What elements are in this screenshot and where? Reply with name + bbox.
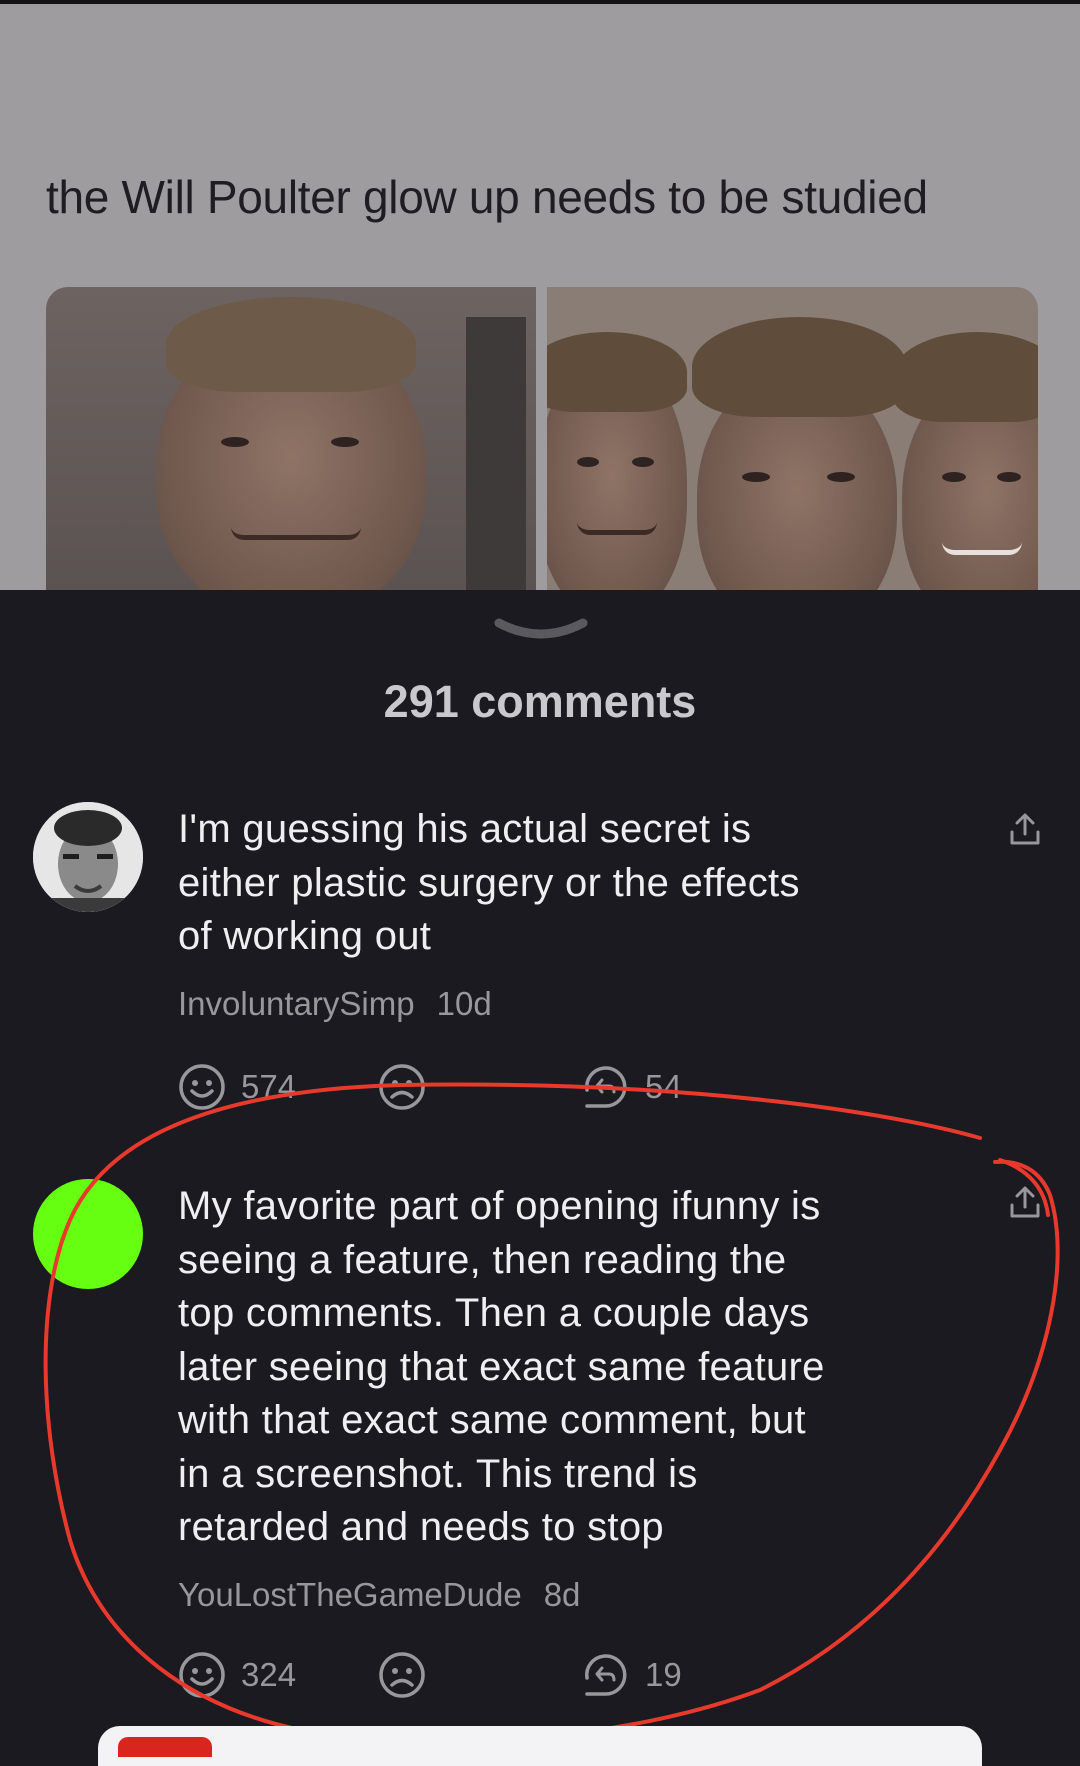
avatar[interactable] bbox=[33, 802, 143, 912]
smile-count: 574 bbox=[241, 1068, 297, 1105]
smile-button[interactable]: 324 bbox=[177, 1650, 296, 1700]
comment-text: My favorite part of opening ifunny is se… bbox=[178, 1184, 825, 1549]
smile-icon bbox=[179, 1652, 225, 1698]
comments-sheet bbox=[0, 590, 1080, 1747]
red-tab bbox=[118, 1737, 212, 1757]
comment-text: I'm guessing his actual secret is either… bbox=[178, 807, 800, 958]
unsmile-button[interactable] bbox=[377, 1650, 427, 1700]
share-icon[interactable] bbox=[1005, 1183, 1045, 1223]
reply-icon bbox=[585, 1066, 627, 1108]
smile-count: 324 bbox=[241, 1656, 297, 1693]
frown-icon bbox=[379, 1652, 425, 1698]
status-edge bbox=[0, 0, 1080, 4]
post-caption: the Will Poulter glow up needs to be stu… bbox=[46, 171, 928, 223]
reply-count: 54 bbox=[645, 1068, 682, 1105]
frown-icon bbox=[379, 1064, 425, 1110]
post-preview[interactable]: the Will Poulter glow up needs to be stu… bbox=[0, 0, 1080, 590]
reply-button[interactable]: 19 bbox=[581, 1650, 682, 1700]
smile-icon bbox=[179, 1064, 225, 1110]
before-photo bbox=[46, 287, 536, 590]
comment-time: 10d bbox=[436, 985, 492, 1022]
post-image[interactable] bbox=[46, 287, 1038, 590]
share-icon[interactable] bbox=[1005, 810, 1045, 850]
comment-author[interactable]: YouLostTheGameDude bbox=[178, 1576, 522, 1613]
unsmile-button[interactable] bbox=[377, 1062, 427, 1112]
reply-icon bbox=[585, 1654, 627, 1696]
comment-meta: YouLostTheGameDude 8d bbox=[178, 1576, 580, 1614]
reply-count: 19 bbox=[645, 1656, 682, 1693]
reply-button[interactable]: 54 bbox=[581, 1062, 682, 1112]
bottom-input-bar[interactable] bbox=[98, 1726, 982, 1766]
avatar[interactable] bbox=[33, 1179, 143, 1289]
comment-author[interactable]: InvoluntarySimp bbox=[178, 985, 415, 1022]
smile-button[interactable]: 574 bbox=[177, 1062, 296, 1112]
after-photo bbox=[547, 287, 1038, 590]
comment-time: 8d bbox=[543, 1576, 581, 1613]
comments-count-title: 291 comments bbox=[383, 676, 697, 727]
comment-meta: InvoluntarySimp 10d bbox=[178, 985, 492, 1023]
chevron-down-icon[interactable] bbox=[491, 615, 591, 649]
